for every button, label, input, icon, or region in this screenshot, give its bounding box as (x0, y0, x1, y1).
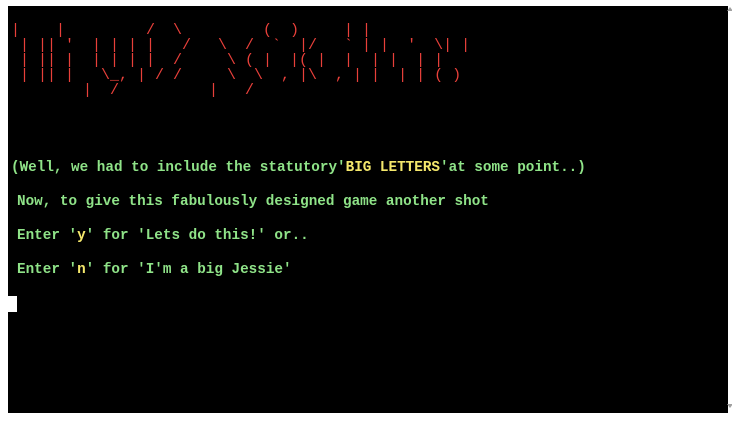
statutory-letters-line: (Well, we had to include the statutory'B… (11, 160, 586, 176)
scrollbar[interactable] (728, 6, 732, 413)
big-letters-highlight: BIG LETTERS (345, 160, 440, 176)
scroll-up-arrow-icon[interactable] (727, 7, 732, 11)
yes-key: y (77, 228, 86, 244)
play-again-prompt: Now, to give this fabulously designed ga… (17, 194, 489, 210)
line3-suffix: ' for 'Lets do this!' or.. (85, 228, 309, 244)
line4-suffix: ' for 'I'm a big Jessie' (85, 262, 292, 278)
line4-prefix: Enter ' (17, 262, 78, 278)
option-yes-line: Enter 'y' for 'Lets do this!' or.. (17, 228, 309, 244)
line3-prefix: Enter ' (17, 228, 78, 244)
no-key: n (77, 262, 86, 278)
input-cursor[interactable] (8, 296, 17, 312)
scroll-down-arrow-icon[interactable] (727, 404, 732, 408)
line1-prefix: (Well, we had to include the statutory' (11, 160, 346, 176)
option-no-line: Enter 'n' for 'I'm a big Jessie' (17, 262, 292, 278)
terminal-window[interactable]: | | / \ ( ) | | | || ' | | | | / \ / ` |… (8, 6, 728, 413)
line1-suffix: 'at some point..) (439, 160, 586, 176)
ascii-banner: | | / \ ( ) | | | || ' | | | | / \ / ` |… (11, 22, 471, 99)
